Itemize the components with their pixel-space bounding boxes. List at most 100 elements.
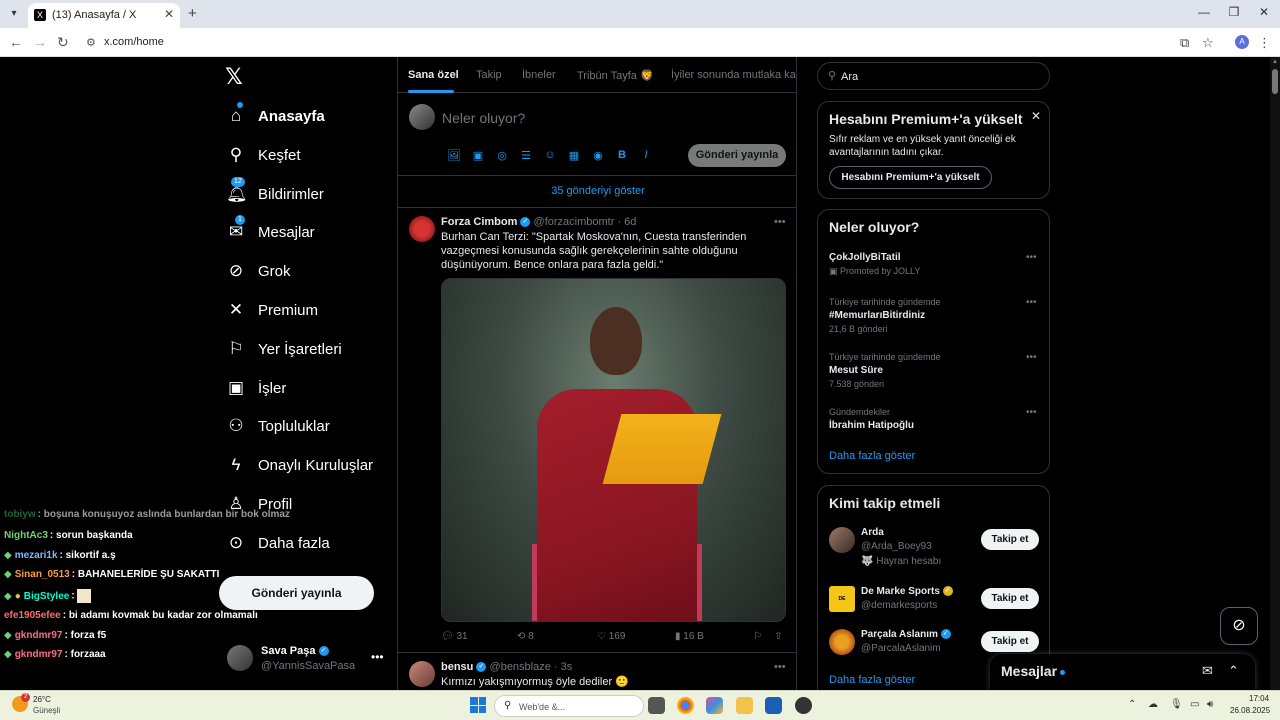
app-icon[interactable] (795, 697, 812, 714)
install-app-icon[interactable]: ⧉ (1180, 35, 1189, 51)
volume-icon[interactable]: 🔊︎ (1207, 699, 1213, 710)
avatar[interactable] (409, 661, 435, 687)
nav-item-home[interactable]: ⌂ Anasayfa (226, 101, 325, 131)
windows-start-icon[interactable] (470, 697, 486, 713)
expand-chevron-icon[interactable]: ⌃ (1228, 663, 1239, 679)
tweet-handle[interactable]: @bensblaze (490, 661, 551, 673)
url-field[interactable]: x.com/home (104, 36, 164, 48)
more-icon[interactable]: ••• (1026, 252, 1037, 263)
nav-item-verified-orgs[interactable]: ϟ Onaylı Kuruluşlar (226, 450, 374, 480)
follow-suggestion[interactable]: Arda @Arda_Boey93 🐺 Hayran hesabı Takip … (829, 525, 1041, 567)
forward-icon[interactable]: → (33, 34, 47, 50)
follow-button[interactable]: Takip et (981, 529, 1039, 550)
grok-floating-button[interactable]: ⊘ (1220, 607, 1258, 645)
back-icon[interactable]: ← (9, 34, 23, 50)
search-input[interactable]: ⚲ Ara (817, 62, 1050, 90)
tweet-time[interactable]: · 3s (554, 661, 572, 673)
maximize-icon[interactable]: ❐ (1224, 5, 1244, 19)
italic-icon[interactable]: I (634, 149, 658, 162)
tweet[interactable]: bensu ✓ @bensblaze · 3s ••• Kırmızı yakı… (398, 653, 796, 690)
tweet-handle[interactable]: @forzacimbomtr (534, 216, 615, 228)
poll-icon[interactable]: ☰ (514, 149, 538, 162)
close-window-icon[interactable]: ✕ (1254, 5, 1274, 19)
more-icon[interactable]: ••• (774, 661, 786, 673)
tray-chevron-icon[interactable]: ⌃ (1128, 699, 1136, 710)
microphone-icon[interactable]: 🎙︎ (1170, 699, 1183, 710)
weather-temperature[interactable]: 26°C (33, 695, 51, 704)
compose-input[interactable]: Neler oluyor? (442, 110, 525, 126)
follow-button[interactable]: Takip et (981, 588, 1039, 609)
like-button[interactable]: ♡ 169 (597, 631, 625, 642)
avatar[interactable] (409, 216, 435, 242)
nav-item-notifications[interactable]: 🔔︎ 12 Bildirimler (226, 177, 324, 209)
copilot-icon[interactable] (706, 697, 723, 714)
tab-following[interactable]: Takip (476, 69, 502, 81)
trend-item[interactable]: ÇokJollyBiTatil ▣ Promoted by JOLLY (829, 252, 1039, 277)
follow-show-more-link[interactable]: Daha fazla göster (829, 674, 915, 686)
clock-date[interactable]: 26.08.2025 (1230, 706, 1270, 715)
clock-time[interactable]: 17:04 (1249, 694, 1269, 703)
nav-item-premium[interactable]: ✕ Premium (226, 295, 318, 325)
emoji-icon[interactable]: ☺ (538, 149, 562, 162)
gif-icon[interactable]: ▣ (466, 149, 490, 162)
avatar[interactable] (829, 527, 855, 553)
tab-list-tribun-tayfa[interactable]: Tribün Tayfa 🦁 (577, 69, 654, 82)
more-icon[interactable]: ••• (1026, 407, 1037, 418)
tab-list-chevron-icon[interactable]: ▾ (6, 6, 22, 22)
tab-list-ibneler[interactable]: İbneler (522, 69, 556, 81)
nav-item-jobs[interactable]: ▣ İşler (226, 373, 286, 403)
chrome-icon[interactable] (677, 697, 694, 714)
location-icon[interactable]: ◉ (586, 149, 610, 162)
onedrive-icon[interactable]: ☁ (1148, 699, 1158, 710)
bookmark-star-icon[interactable]: ☆ (1202, 35, 1214, 51)
browser-tab-active[interactable]: X (13) Anasayfa / X ✕ (28, 3, 180, 28)
reply-button[interactable]: 💬︎ 31 (441, 631, 468, 642)
site-info-icon[interactable]: ⚙ (86, 36, 96, 49)
media-icon[interactable]: 🖼 (442, 149, 466, 162)
scroll-thumb[interactable] (1272, 69, 1278, 94)
share-icon[interactable]: ⇧ (774, 631, 782, 642)
bold-icon[interactable]: B (610, 149, 634, 162)
more-icon[interactable]: ••• (371, 650, 384, 664)
trend-item[interactable]: Türkiye tarihinde gündemde Mesut Süre 7.… (829, 352, 1039, 389)
follow-button[interactable]: Takip et (981, 631, 1039, 652)
more-icon[interactable]: ••• (1026, 352, 1037, 363)
tweet-author-name[interactable]: Forza Cimbom (441, 216, 517, 228)
trend-item[interactable]: Türkiye tarihinde gündemde #MemurlarıBit… (829, 297, 1039, 334)
suggestion-name[interactable]: Arda (861, 527, 884, 538)
account-switcher[interactable]: Sava Paşa ✓ @YannisSavaPasa ••• (227, 643, 387, 673)
show-new-posts-button[interactable]: 35 gönderiyi göster (398, 175, 796, 208)
bookmark-icon[interactable]: ⚐ (753, 631, 762, 642)
suggestion-name[interactable]: De Marke Sports ✓ (861, 586, 953, 597)
page-scrollbar[interactable]: ▲ (1270, 57, 1280, 690)
tweet-time[interactable]: · 6d (617, 216, 636, 228)
avatar[interactable]: DE MARKE (829, 586, 855, 628)
close-icon[interactable]: ✕ (1031, 109, 1041, 123)
compose-post-button[interactable]: Gönderi yayınla (688, 144, 786, 167)
premium-upgrade-button[interactable]: Hesabını Premium+'a yükselt (829, 166, 992, 189)
tab-for-you[interactable]: Sana özel (408, 69, 459, 81)
nav-item-bookmarks[interactable]: ⚐ Yer İşaretleri (226, 334, 341, 364)
file-explorer-icon[interactable] (736, 697, 753, 714)
close-tab-icon[interactable]: ✕ (164, 7, 174, 21)
grok-icon[interactable]: ◎ (490, 149, 514, 162)
trend-item[interactable]: Gündemdekiler İbrahim Hatipoğlu (829, 407, 1039, 431)
task-view-icon[interactable] (648, 697, 665, 714)
avatar[interactable] (409, 104, 435, 130)
more-icon[interactable]: ••• (774, 216, 786, 228)
nav-item-communities[interactable]: ⚇ Topluluklar (226, 411, 329, 441)
minimize-icon[interactable]: — (1194, 5, 1214, 19)
scroll-up-icon[interactable]: ▲ (1272, 59, 1278, 65)
trends-show-more-link[interactable]: Daha fazla göster (829, 450, 915, 462)
nav-item-messages[interactable]: ✉ 1 Mesajlar (226, 215, 315, 247)
more-icon[interactable]: ••• (1026, 297, 1037, 308)
x-logo-icon[interactable]: 𝕏 (225, 64, 243, 90)
store-icon[interactable] (765, 697, 782, 714)
follow-suggestion[interactable]: DE MARKE De Marke Sports ✓ @demarkesport… (829, 584, 1041, 628)
reload-icon[interactable]: ↻ (57, 34, 69, 51)
browser-menu-icon[interactable]: ⋮ (1258, 35, 1271, 51)
suggestion-name[interactable]: Parçala Aslanım ✓ (861, 629, 951, 640)
nav-item-more[interactable]: ⊙ Daha fazla (226, 528, 330, 558)
new-tab-button[interactable]: + (188, 5, 197, 22)
sidebar-post-button[interactable]: Gönderi yayınla (219, 576, 374, 610)
